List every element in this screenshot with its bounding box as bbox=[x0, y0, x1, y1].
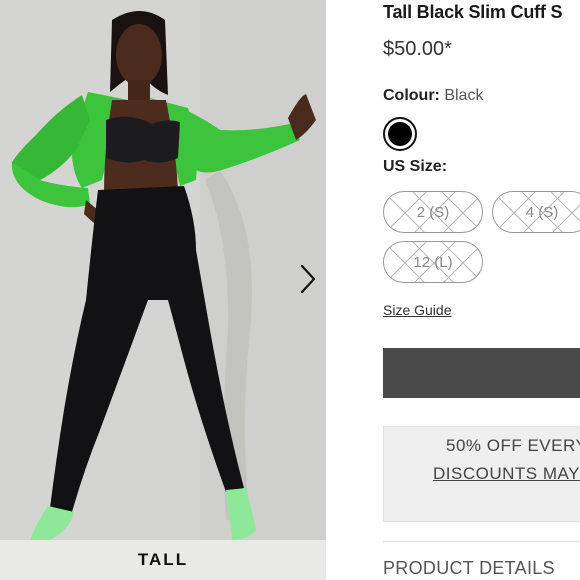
swatch-dot bbox=[388, 122, 412, 146]
product-image-gallery: TALL bbox=[0, 0, 326, 580]
size-option-label: 2 (S) bbox=[416, 203, 450, 221]
product-title: Tall Black Slim Cuff S bbox=[383, 2, 563, 22]
size-option-label: 12 (L) bbox=[413, 253, 453, 271]
promo-banner: 50% OFF EVERY DISCOUNTS MAY N bbox=[383, 426, 580, 522]
colour-selection-label: Colour: Black bbox=[383, 87, 483, 105]
colour-swatch-black[interactable] bbox=[383, 117, 417, 151]
size-option-12[interactable]: 12 (L) bbox=[383, 241, 483, 283]
colour-value: Black bbox=[444, 87, 484, 104]
promo-line-1: 50% OFF EVERY bbox=[446, 436, 580, 455]
size-guide-link[interactable]: Size Guide bbox=[383, 302, 451, 318]
size-option-2[interactable]: 2 (S) bbox=[383, 191, 483, 233]
size-label: US Size: bbox=[383, 158, 448, 175]
colour-label: Colour: bbox=[383, 87, 440, 104]
next-image-button[interactable] bbox=[294, 262, 322, 296]
promo-line-2[interactable]: DISCOUNTS MAY N bbox=[433, 464, 580, 484]
product-details-toggle[interactable]: PRODUCT DETAILS bbox=[383, 541, 580, 579]
add-to-bag-button[interactable] bbox=[383, 348, 580, 398]
product-photo bbox=[0, 0, 326, 540]
size-option-4[interactable]: 4 (S) bbox=[492, 191, 580, 233]
product-price: $50.00* bbox=[383, 38, 452, 60]
tall-badge-label: TALL bbox=[137, 550, 189, 569]
size-option-label: 4 (S) bbox=[525, 203, 559, 221]
chevron-right-icon bbox=[300, 264, 316, 294]
tall-badge: TALL bbox=[0, 540, 326, 580]
product-info-panel: Tall Black Slim Cuff S $50.00* Colour: B… bbox=[383, 0, 580, 580]
